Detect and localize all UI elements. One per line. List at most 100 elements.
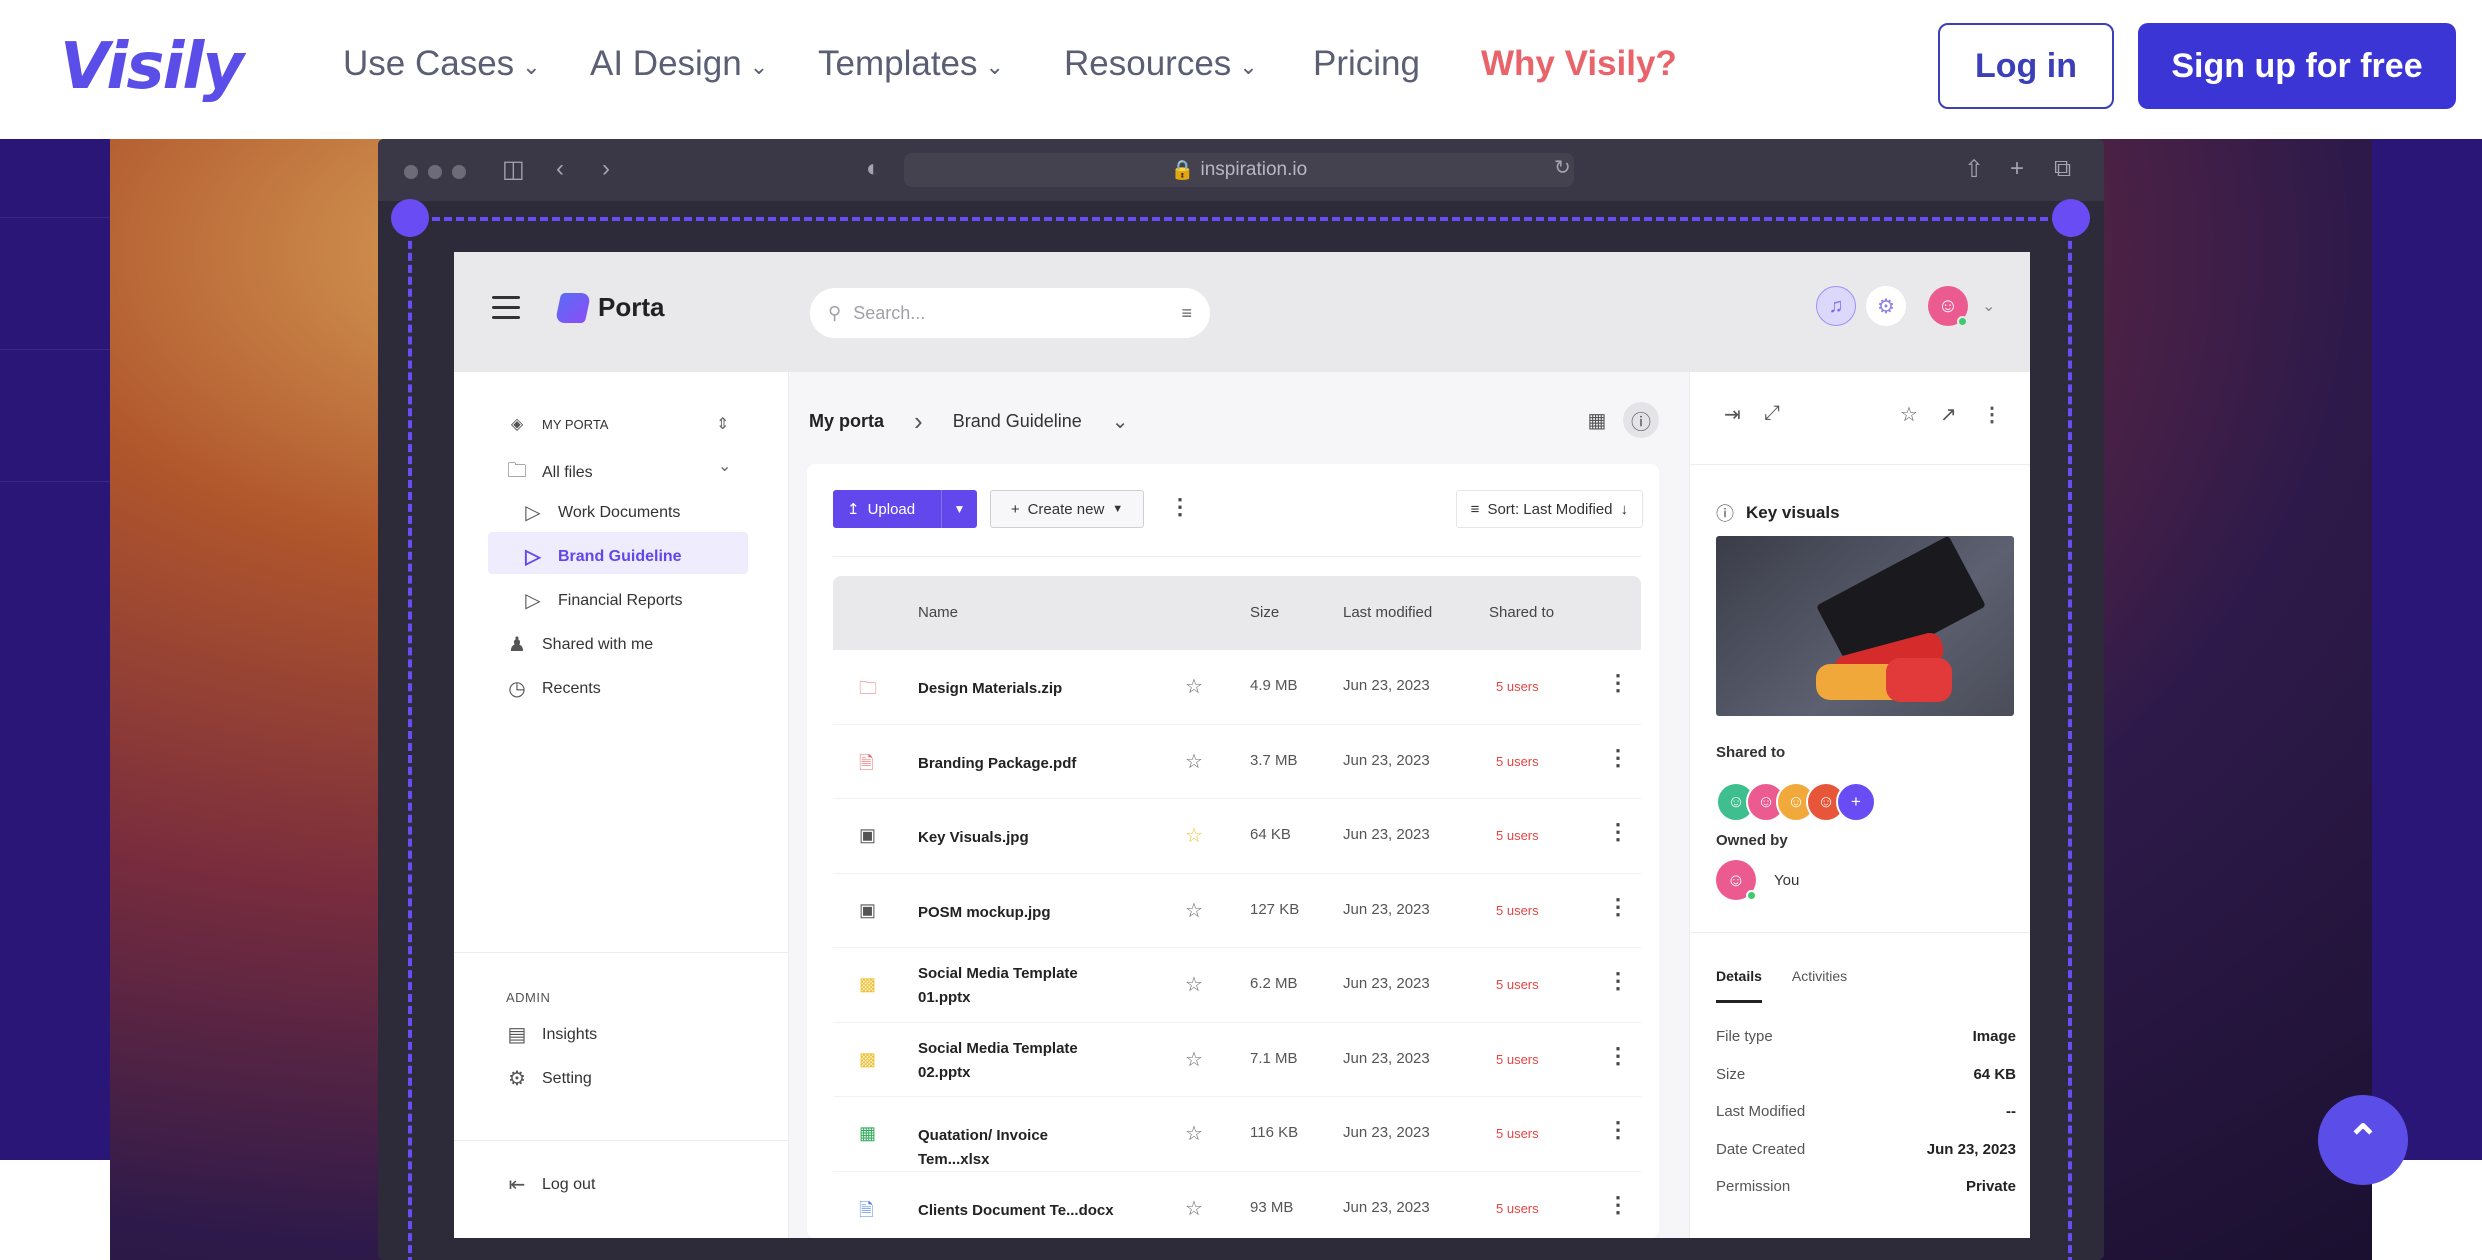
- breadcrumb-root[interactable]: My porta: [809, 411, 884, 432]
- logout-button[interactable]: ⇤ Log out: [506, 1172, 596, 1197]
- column-header-name[interactable]: Name: [918, 604, 958, 621]
- table-row[interactable]: 🗎 Clients Document Te...docx ☆ 93 MB Jun 23,…: [833, 1172, 1641, 1239]
- file-name[interactable]: Branding Package.pdf: [918, 752, 1118, 776]
- tab-activities[interactable]: Activities: [1792, 968, 1847, 1003]
- more-options-icon[interactable]: ⋮: [1607, 968, 1629, 994]
- nav-why-visily[interactable]: Why Visily?: [1481, 44, 1677, 84]
- file-name[interactable]: Clients Document Te...docx: [918, 1199, 1118, 1223]
- star-icon[interactable]: ☆: [1185, 1047, 1203, 1072]
- file-name[interactable]: Key Visuals.jpg: [918, 826, 1118, 850]
- search-bar[interactable]: ⚲ Search... ≡: [810, 288, 1210, 338]
- scroll-to-top-button[interactable]: ⌃: [2318, 1095, 2408, 1185]
- tab-details[interactable]: Details: [1716, 968, 1762, 1003]
- file-name[interactable]: Design Materials.zip: [918, 677, 1118, 701]
- sidebar-section-my-porta[interactable]: ◈ MY PORTA: [506, 414, 609, 434]
- chevron-down-icon[interactable]: ⌄: [1112, 409, 1129, 434]
- table-row[interactable]: ▩ Social Media Template 02.pptx ☆ 7.1 MB Jun…: [833, 1023, 1641, 1097]
- porta-logo[interactable]: Porta: [554, 292, 664, 323]
- resize-handle[interactable]: [2052, 199, 2090, 237]
- sidebar-item-financial-reports[interactable]: ▷ Financial Reports: [522, 588, 682, 613]
- upload-button[interactable]: ↥ Upload ▼: [833, 490, 977, 528]
- shared-users-badge[interactable]: 5 users: [1496, 1126, 1539, 1141]
- back-icon[interactable]: ‹: [556, 155, 564, 183]
- login-button[interactable]: Log in: [1938, 23, 2114, 109]
- expand-collapse-icon[interactable]: ⇕: [716, 414, 729, 434]
- table-row[interactable]: ▩ Social Media Template 01.pptx ☆ 6.2 MB Jun…: [833, 948, 1641, 1023]
- window-controls[interactable]: [404, 165, 466, 179]
- add-user-icon[interactable]: +: [1836, 782, 1876, 822]
- file-name[interactable]: POSM mockup.jpg: [918, 901, 1118, 925]
- window-dot[interactable]: [452, 165, 466, 179]
- shared-users-badge[interactable]: 5 users: [1496, 977, 1539, 992]
- table-row[interactable]: ▣ POSM mockup.jpg ☆ 127 KB Jun 23, 2023 5 use…: [833, 874, 1641, 948]
- shared-users-badge[interactable]: 5 users: [1496, 903, 1539, 918]
- settings-gear-icon[interactable]: ⚙: [1866, 286, 1906, 326]
- grid-view-icon[interactable]: ▦: [1579, 402, 1615, 438]
- reload-icon[interactable]: ↻: [1554, 155, 1571, 180]
- tabs-overview-icon[interactable]: ⧉: [2054, 155, 2071, 183]
- table-row[interactable]: ▦ Quatation/ Invoice Tem...xlsx ☆ 116 KB Jun…: [833, 1097, 1641, 1172]
- create-new-button[interactable]: + Create new ▼: [990, 490, 1144, 528]
- share-icon[interactable]: ⇧: [1964, 155, 1984, 184]
- shared-avatars[interactable]: ☺ ☺ ☺ ☺ +: [1716, 782, 1876, 822]
- window-dot[interactable]: [428, 165, 442, 179]
- expand-icon[interactable]: ⤢: [1764, 402, 1780, 425]
- notification-bell-icon[interactable]: ♫: [1816, 286, 1856, 326]
- table-row[interactable]: 🗀 Design Materials.zip ☆ 4.9 MB Jun 23, 2023…: [833, 650, 1641, 725]
- file-name[interactable]: Social Media Template 01.pptx: [918, 962, 1118, 1010]
- star-icon[interactable]: ☆: [1185, 972, 1203, 997]
- more-options-icon[interactable]: ⋮: [1607, 670, 1629, 696]
- resize-handle[interactable]: [391, 199, 429, 237]
- address-bar[interactable]: 🔒 inspiration.io: [904, 153, 1574, 187]
- shared-users-badge[interactable]: 5 users: [1496, 1201, 1539, 1216]
- window-dot[interactable]: [404, 165, 418, 179]
- more-options-icon[interactable]: ⋮: [1607, 819, 1629, 845]
- column-header-size[interactable]: Size: [1250, 604, 1279, 621]
- table-row[interactable]: ▣ Key Visuals.jpg ☆ 64 KB Jun 23, 2023 5 user…: [833, 799, 1641, 874]
- sidebar-item-work-documents[interactable]: ▷ Work Documents: [522, 500, 680, 525]
- nav-pricing[interactable]: Pricing: [1313, 44, 1420, 84]
- file-name[interactable]: Social Media Template 02.pptx: [918, 1037, 1118, 1085]
- more-options-icon[interactable]: ⋮: [1607, 1043, 1629, 1069]
- signup-button[interactable]: Sign up for free: [2138, 23, 2456, 109]
- more-options-icon[interactable]: ⋮: [1607, 1117, 1629, 1143]
- star-icon[interactable]: ☆: [1185, 674, 1203, 699]
- sidebar-item-setting[interactable]: ⚙ Setting: [506, 1066, 592, 1091]
- more-options-icon[interactable]: ⋮: [1982, 402, 2002, 427]
- sidebar-toggle-icon[interactable]: ◫: [502, 155, 525, 184]
- shared-users-badge[interactable]: 5 users: [1496, 828, 1539, 843]
- nav-templates[interactable]: Templates ⌄: [818, 44, 1004, 84]
- chevron-down-icon[interactable]: ⌄: [718, 456, 731, 476]
- filter-icon[interactable]: ≡: [1181, 303, 1192, 324]
- more-options-icon[interactable]: ⋮: [1607, 1192, 1629, 1218]
- new-tab-icon[interactable]: +: [2010, 155, 2024, 183]
- sidebar-item-recents[interactable]: ◷ Recents: [506, 676, 600, 701]
- share-icon[interactable]: ↗: [1940, 402, 1957, 427]
- nav-resources[interactable]: Resources ⌄: [1064, 44, 1258, 84]
- file-name[interactable]: Quatation/ Invoice Tem...xlsx: [918, 1124, 1118, 1172]
- sidebar-item-brand-guideline[interactable]: ▷ Brand Guideline: [522, 544, 681, 569]
- privacy-shield-icon[interactable]: ◐: [866, 155, 881, 183]
- file-preview-image[interactable]: [1716, 536, 2014, 716]
- upload-dropdown-icon[interactable]: ▼: [941, 490, 977, 528]
- star-icon[interactable]: ☆: [1185, 823, 1203, 848]
- more-options-icon[interactable]: ⋮: [1169, 494, 1191, 520]
- sidebar-item-shared[interactable]: ♟ Shared with me: [506, 632, 653, 657]
- shared-users-badge[interactable]: 5 users: [1496, 754, 1539, 769]
- star-icon[interactable]: ☆: [1185, 898, 1203, 923]
- sort-button[interactable]: ≡ Sort: Last Modified ↓: [1455, 490, 1643, 528]
- nav-ai-design[interactable]: AI Design ⌄: [590, 44, 768, 84]
- forward-icon[interactable]: ›: [602, 155, 610, 183]
- menu-icon[interactable]: [492, 296, 520, 326]
- chevron-down-icon[interactable]: ⌄: [1982, 296, 1995, 316]
- more-options-icon[interactable]: ⋮: [1607, 745, 1629, 771]
- shared-users-badge[interactable]: 5 users: [1496, 679, 1539, 694]
- star-icon[interactable]: ☆: [1185, 1121, 1203, 1146]
- table-row[interactable]: 🗎 Branding Package.pdf ☆ 3.7 MB Jun 23, 2023…: [833, 725, 1641, 799]
- more-options-icon[interactable]: ⋮: [1607, 894, 1629, 920]
- info-icon[interactable]: ⓘ: [1623, 402, 1659, 438]
- column-header-modified[interactable]: Last modified: [1343, 604, 1432, 621]
- sidebar-item-all-files[interactable]: 🗀 All files: [506, 456, 593, 490]
- shared-users-badge[interactable]: 5 users: [1496, 1052, 1539, 1067]
- column-header-shared[interactable]: Shared to: [1489, 604, 1554, 621]
